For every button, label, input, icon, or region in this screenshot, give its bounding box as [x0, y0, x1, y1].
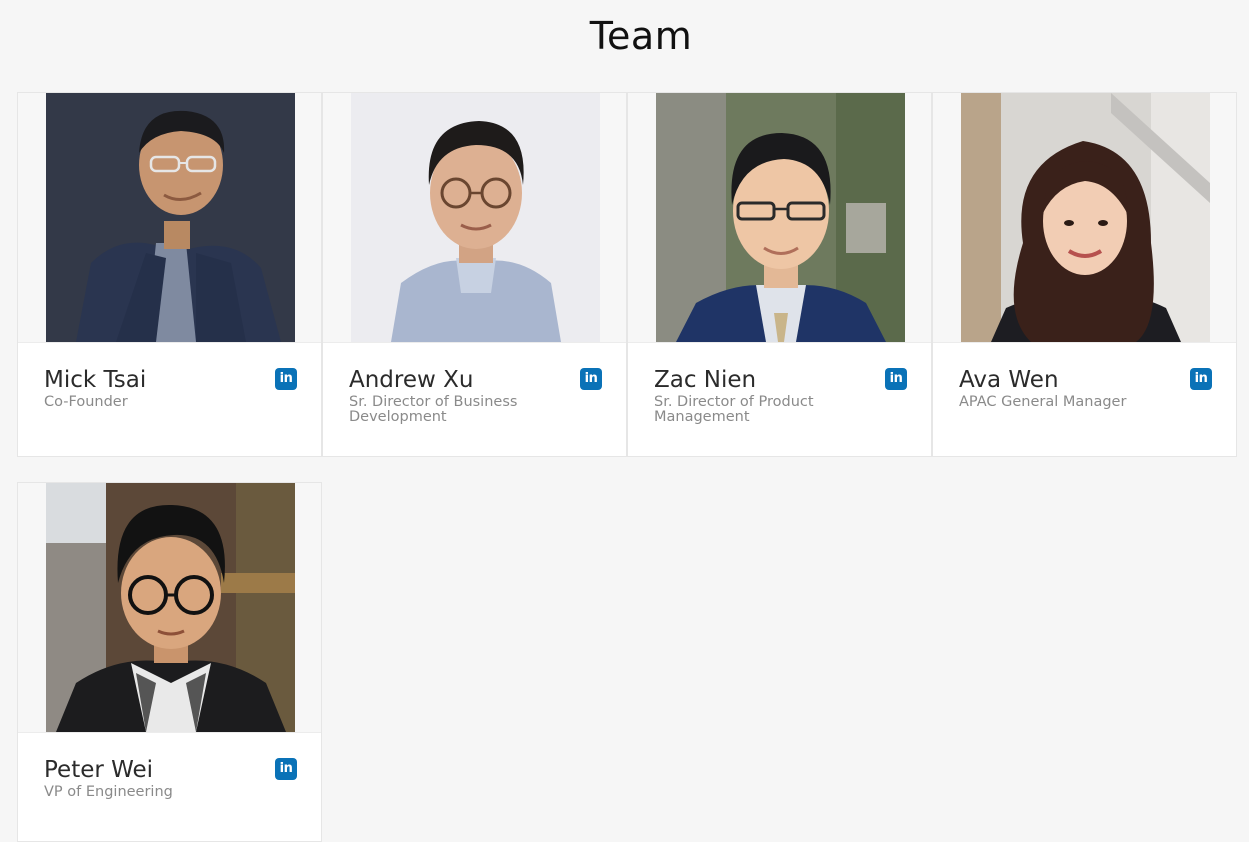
- member-name: Zac Nien: [654, 367, 757, 393]
- member-photo: [46, 483, 295, 732]
- team-member-card: Ava Wen APAC General Manager in: [932, 92, 1237, 457]
- linkedin-icon-label: in: [889, 371, 903, 386]
- photo-frame: [933, 93, 1236, 343]
- team-member-card: Zac Nien Sr. Director of Product Managem…: [627, 92, 932, 457]
- member-name: Andrew Xu: [349, 367, 474, 393]
- member-role: Co-Founder: [44, 394, 128, 410]
- member-role: Sr. Director of Business Development: [349, 394, 518, 425]
- team-member-card: Peter Wei VP of Engineering in: [17, 482, 322, 842]
- member-name: Ava Wen: [959, 367, 1059, 393]
- linkedin-icon-label: in: [584, 371, 598, 386]
- linkedin-icon-label: in: [1194, 371, 1208, 386]
- linkedin-icon[interactable]: in: [580, 368, 602, 390]
- member-name: Peter Wei: [44, 757, 154, 783]
- page-title: Team: [589, 14, 693, 58]
- member-role: Sr. Director of Product Management: [654, 394, 814, 425]
- linkedin-icon-label: in: [279, 371, 293, 386]
- team-member-card: Mick Tsai Co-Founder in: [17, 92, 322, 457]
- linkedin-icon[interactable]: in: [885, 368, 907, 390]
- linkedin-icon-label: in: [279, 761, 293, 776]
- member-photo: [351, 93, 600, 342]
- photo-frame: [18, 483, 321, 733]
- member-name: Mick Tsai: [44, 367, 147, 393]
- linkedin-icon[interactable]: in: [275, 368, 297, 390]
- linkedin-icon[interactable]: in: [275, 758, 297, 780]
- linkedin-icon[interactable]: in: [1190, 368, 1212, 390]
- member-role: APAC General Manager: [959, 394, 1127, 410]
- member-photo: [656, 93, 905, 342]
- team-member-card: Andrew Xu Sr. Director of Business Devel…: [322, 92, 627, 457]
- photo-frame: [18, 93, 321, 343]
- photo-frame: [323, 93, 626, 343]
- photo-frame: [628, 93, 931, 343]
- member-role: VP of Engineering: [44, 784, 173, 800]
- member-photo: [46, 93, 295, 342]
- member-photo: [961, 93, 1210, 342]
